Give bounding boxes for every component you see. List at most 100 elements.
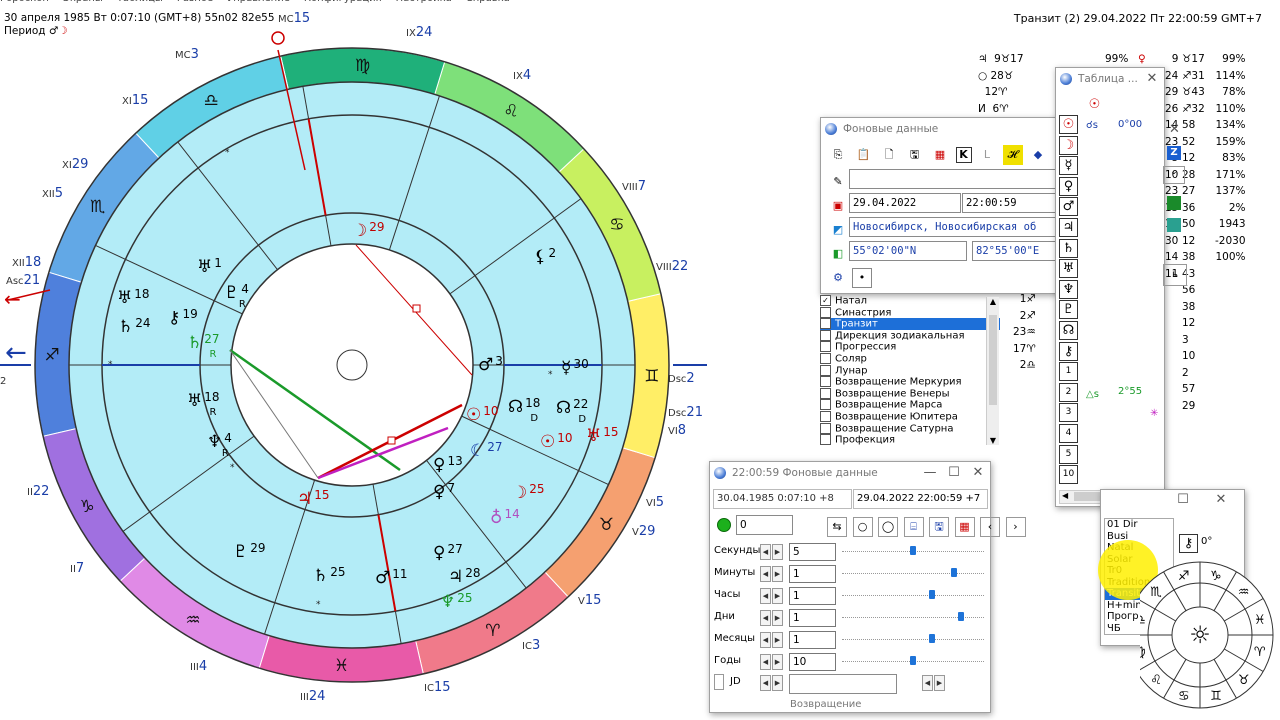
next-icon[interactable]: › <box>1005 517 1026 537</box>
layer-checkbox[interactable] <box>820 352 831 364</box>
export-icon[interactable]: 🖫 <box>929 517 949 537</box>
settings-icon[interactable]: ⚙ <box>828 268 848 288</box>
partial-button[interactable]: ь <box>1163 264 1187 286</box>
z-icon[interactable]: Z <box>1167 146 1181 160</box>
time-field[interactable]: 22:00:59 <box>962 193 1059 213</box>
jd-toggle[interactable] <box>714 674 724 690</box>
layer-item-3[interactable]: Дирекция зодиакальная <box>820 329 1000 342</box>
calendar-icon[interactable]: ▦ <box>930 145 950 165</box>
l-icon[interactable]: L <box>977 145 997 165</box>
natal-datetime-field[interactable]: 30.04.1985 0:07:10 +8 <box>713 489 852 509</box>
layer-item-2[interactable]: ✓ Транзит <box>820 318 1000 330</box>
globe-icon[interactable]: ◆ <box>1028 145 1048 165</box>
system-item-1[interactable]: Busi <box>1105 531 1173 543</box>
scroll-down-icon[interactable]: ▼ <box>987 436 999 445</box>
step-dec-icon[interactable]: ◀ <box>760 566 771 582</box>
aspect-table-window[interactable]: Таблица ... ✕ ☉ ☽ ☿ ♀ ♂ ♃ ♄ ♅ ♆ ♇ ☊ ⚷ 1 2 3 4 5 10 ☉ ☌s 0°00… <box>1055 67 1165 507</box>
teal-icon[interactable] <box>1167 218 1181 232</box>
layer-item-6[interactable]: Лунар <box>820 364 1000 377</box>
layer-checkbox[interactable]: ✓ <box>820 318 831 330</box>
step-inc-icon[interactable]: ▶ <box>772 654 783 670</box>
maximize-icon[interactable]: ☐ <box>942 462 966 484</box>
dot-small-icon[interactable]: ○ <box>852 517 873 537</box>
new-icon[interactable]: 🗋 <box>879 145 899 165</box>
aspect-table-titlebar[interactable]: Таблица ... ✕ <box>1056 68 1164 90</box>
date-field[interactable]: 29.04.2022 <box>849 193 961 213</box>
step-dec-icon[interactable]: ◀ <box>760 610 771 626</box>
step-dec-icon[interactable]: ◀ <box>760 588 771 604</box>
step-value[interactable]: 1 <box>789 631 836 649</box>
step-slider-track[interactable] <box>842 639 984 641</box>
date-icon[interactable]: ▣ <box>828 196 848 216</box>
jd2-dec-icon[interactable]: ◀ <box>922 675 933 691</box>
system-item-2[interactable]: Natal <box>1105 542 1173 554</box>
jd-field[interactable] <box>789 674 897 694</box>
counter-field[interactable]: 0 <box>736 515 793 535</box>
layer-item-12[interactable]: Профекция <box>820 434 1000 446</box>
step-value[interactable]: 1 <box>789 587 836 605</box>
step-value[interactable]: 1 <box>789 609 836 627</box>
calendar-icon-2[interactable]: ▦ <box>954 517 975 537</box>
layer-item-11[interactable]: Возвращение Сатурна <box>820 422 1000 435</box>
transit-datetime-field[interactable]: 29.04.2022 22:00:59 +7 <box>853 489 988 509</box>
reverse-icon[interactable]: ⇆ <box>827 517 847 537</box>
step-slider-track[interactable] <box>842 573 984 575</box>
layer-checkbox[interactable] <box>820 341 831 353</box>
background-data-window[interactable]: Фоновые данные ⎘ 📋 🗋 🖫 ▦ K L 𝓗 ◆ ✎ ▣ 29.… <box>820 117 1062 294</box>
layer-item-5[interactable]: Соляр <box>820 352 1000 365</box>
step-dec-icon[interactable]: ◀ <box>760 654 771 670</box>
layer-item-10[interactable]: Возвращение Юпитера <box>820 410 1000 423</box>
jd-dec-icon[interactable]: ◀ <box>760 675 771 691</box>
step-dec-icon[interactable]: ◀ <box>760 544 771 560</box>
aspect-icon[interactable]: 𝓗 <box>1002 145 1023 165</box>
step-value[interactable]: 10 <box>789 653 836 671</box>
step-inc-icon[interactable]: ▶ <box>772 588 783 604</box>
background-data-titlebar[interactable]: Фоновые данные <box>821 118 1061 140</box>
step-slider-knob[interactable] <box>910 546 917 555</box>
step-slider-track[interactable] <box>842 595 984 597</box>
minimize-icon[interactable]: — <box>918 462 942 484</box>
step-inc-icon[interactable]: ▶ <box>772 610 783 626</box>
layers-scrollbar[interactable]: ▲ ▼ <box>986 297 999 445</box>
scroll-left-icon[interactable]: ◀ <box>1062 491 1068 500</box>
step-slider-knob[interactable] <box>910 656 917 665</box>
layer-checkbox[interactable] <box>820 387 831 399</box>
paste-icon[interactable]: 📋 <box>854 145 874 165</box>
layer-checkbox[interactable] <box>820 364 831 376</box>
layer-item-4[interactable]: Прогрессия <box>820 341 1000 353</box>
layer-item-9[interactable]: Возвращение Марса <box>820 399 1000 411</box>
longitude-field[interactable]: 82°55'00"E <box>972 241 1059 261</box>
jd2-inc-icon[interactable]: ▶ <box>934 675 945 691</box>
close-icon-4[interactable]: ✕ <box>1209 492 1233 507</box>
layer-item-7[interactable]: Возвращение Меркурия <box>820 376 1000 388</box>
step-slider-knob[interactable] <box>958 612 965 621</box>
save-icon[interactable]: 🖫 <box>905 145 925 165</box>
edit-icon[interactable]: ✎ <box>828 172 848 192</box>
place-field[interactable]: Новосибирск, Новосибирская об <box>849 217 1059 237</box>
place-icon[interactable]: ◩ <box>828 220 848 240</box>
layer-checkbox[interactable] <box>820 434 831 446</box>
coords-icon[interactable]: ◧ <box>828 244 848 264</box>
close-icon-3[interactable]: ✕ <box>966 462 990 484</box>
chart-icon[interactable]: ⌸ <box>903 517 924 537</box>
circle-icon[interactable]: ◯ <box>878 517 898 537</box>
layer-checkbox[interactable] <box>820 410 831 422</box>
run-indicator-icon[interactable] <box>717 518 731 532</box>
step-inc-icon[interactable]: ▶ <box>772 544 783 560</box>
close-icon[interactable]: ✕ <box>1140 68 1164 90</box>
green-square-icon[interactable] <box>1167 196 1181 210</box>
layer-checkbox[interactable]: ✓ <box>820 295 831 306</box>
prev-icon[interactable]: ‹ <box>980 517 1000 537</box>
step-value[interactable]: 1 <box>789 565 836 583</box>
time-step-window[interactable]: 22:00:59 Фоновые данные — ☐ ✕ 30.04.1985… <box>709 461 1026 713</box>
dropdown-icon[interactable]: ⌄ <box>1163 166 1185 184</box>
step-inc-icon[interactable]: ▶ <box>772 632 783 648</box>
k-icon[interactable]: K <box>955 147 972 163</box>
jd-inc-icon[interactable]: ▶ <box>772 675 783 691</box>
step-slider-knob[interactable] <box>928 590 935 599</box>
maximize-icon-2[interactable]: ☐ <box>1171 492 1195 507</box>
layer-checkbox[interactable] <box>820 376 831 388</box>
step-inc-icon[interactable]: ▶ <box>772 566 783 582</box>
layer-item-8[interactable]: Возвращение Венеры <box>820 387 1000 400</box>
scroll-up-icon[interactable]: ▲ <box>987 297 999 306</box>
